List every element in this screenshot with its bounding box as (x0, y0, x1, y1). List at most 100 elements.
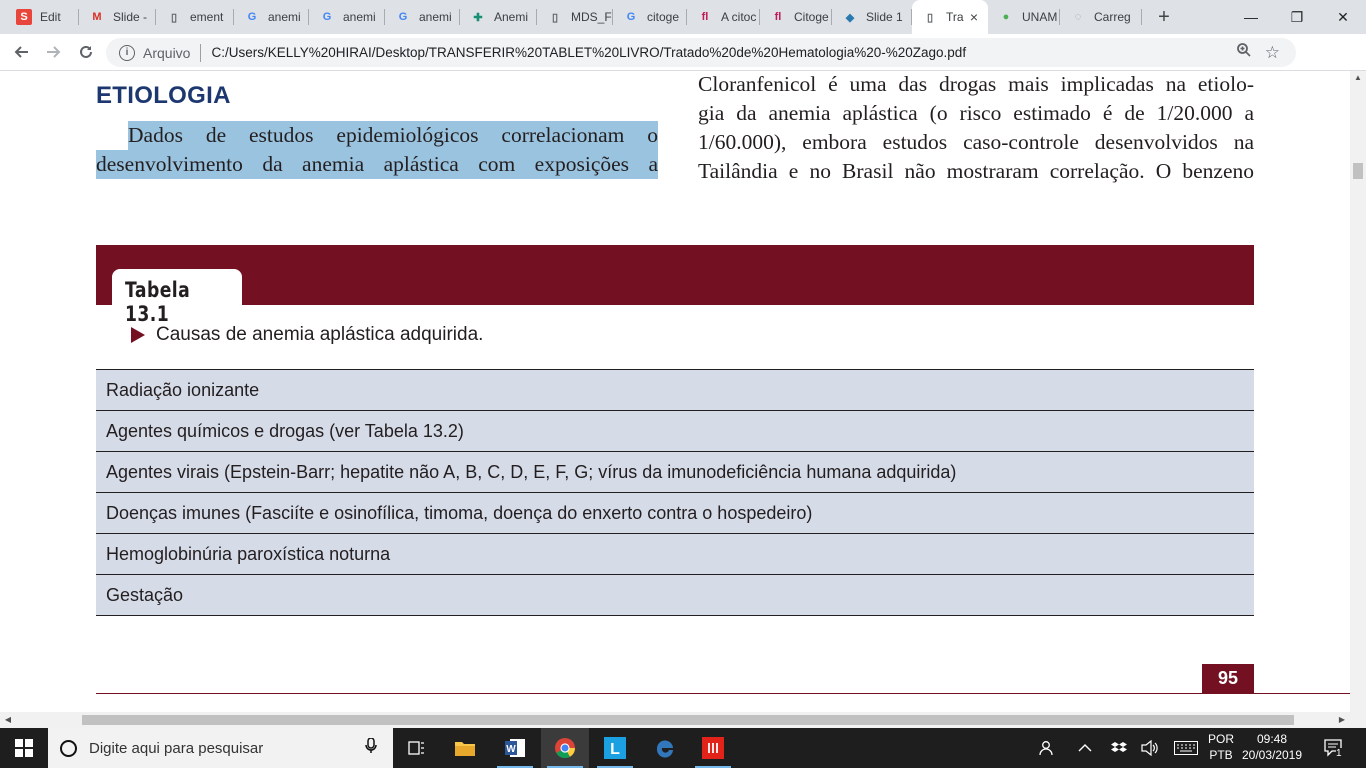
browser-tab[interactable]: ▯ ement (156, 0, 234, 34)
paragraph-line[interactable]: gia da anemia aplástica (o risco estimad… (698, 99, 1254, 128)
microphone-icon[interactable] (365, 737, 377, 758)
table-row: Hemoglobinúria paroxística noturna (96, 534, 1254, 575)
vertical-scroll-thumb[interactable] (1353, 163, 1363, 179)
browser-tab[interactable]: ◌ Carreg (1060, 0, 1142, 34)
zoom-icon[interactable] (1236, 42, 1252, 63)
back-button[interactable] (10, 40, 34, 64)
horizontal-scroll-thumb[interactable] (82, 715, 1294, 725)
google-icon: G (322, 11, 332, 23)
tab-label: citoge (647, 10, 680, 24)
url-text[interactable]: C:/Users/KELLY%20HIRAI/Desktop/TRANSFERI… (211, 45, 966, 60)
scheme-label: Arquivo (143, 44, 191, 61)
dropbox-icon[interactable] (1111, 728, 1127, 768)
browser-tab[interactable]: Ganemi (234, 0, 309, 34)
volume-icon[interactable] (1141, 728, 1159, 768)
causes-table: Radiação ionizante Agentes químicos e dr… (96, 369, 1254, 616)
left-column-paragraph[interactable]: Dados de estudos epidemiológicos correla… (96, 121, 658, 179)
keyboard-icon[interactable] (1174, 728, 1198, 768)
windows-logo-icon (15, 739, 33, 757)
edge-icon (656, 740, 673, 758)
bookmark-star-icon[interactable]: ☆ (1265, 43, 1280, 63)
browser-tab[interactable]: ▯ MDS_F (537, 0, 613, 34)
task-view-icon (408, 741, 424, 755)
people-icon[interactable] (1038, 728, 1056, 768)
paragraph-line[interactable]: Tailândia e no Brasil não mostraram corr… (698, 157, 1254, 186)
red-app[interactable] (689, 728, 737, 768)
tab-separator (1141, 9, 1142, 25)
notification-button[interactable]: 1 (1322, 728, 1346, 768)
table-label: Tabela 13.1 (125, 278, 191, 326)
address-bar[interactable]: i Arquivo C:/Users/KELLY%20HIRAI/Desktop… (106, 38, 1296, 67)
start-button[interactable] (0, 728, 48, 768)
browser-tab[interactable]: S Edit (6, 0, 79, 34)
clock-date: 20/03/2019 (1241, 748, 1303, 762)
l-app-icon: L (604, 737, 626, 759)
browser-tab[interactable]: ✚ Anemi (460, 0, 537, 34)
browser-tab[interactable]: fl A citoc (687, 0, 760, 34)
reload-icon (80, 45, 92, 58)
notification-count: 1 (1336, 748, 1342, 759)
tab-label: Citoge (794, 10, 829, 24)
reload-button[interactable] (74, 40, 98, 64)
paragraph-line[interactable]: 1/60.000), embora estudos caso-controle … (698, 128, 1254, 157)
svg-text:W: W (506, 744, 516, 755)
google-icon: G (398, 11, 408, 23)
table-row: Radiação ionizante (96, 370, 1254, 411)
browser-tab[interactable]: ● UNAM (988, 0, 1060, 34)
paragraph-line[interactable]: desenvolvimento da anemia aplástica com … (96, 150, 658, 179)
info-icon[interactable]: i (119, 44, 135, 61)
windows-taskbar: Digite aqui para pesquisar W L POR PTB 0… (0, 728, 1366, 768)
chrome-icon (555, 738, 576, 759)
loading-icon: ◌ (1074, 11, 1082, 23)
browser-tab[interactable]: ▯ Tra × (912, 0, 988, 34)
google-icon: G (247, 11, 257, 23)
folder-icon (455, 742, 475, 756)
scroll-up-icon[interactable]: ▲ (1350, 73, 1366, 82)
word-icon: W (505, 739, 525, 757)
table-label-tab: Tabela 13.1 (112, 269, 242, 326)
chrome-app[interactable] (541, 728, 589, 768)
lync-app[interactable]: L (591, 728, 639, 768)
right-column-paragraph[interactable]: Cloranfenicol é uma das drogas mais impl… (698, 71, 1254, 186)
google-icon: G (626, 11, 636, 23)
new-tab-button[interactable]: + (1152, 5, 1176, 29)
svg-text:L: L (610, 741, 620, 758)
browser-tab[interactable]: Ganemi (385, 0, 460, 34)
word-app[interactable]: W (491, 728, 539, 768)
scroll-right-icon[interactable]: ▶ (1334, 712, 1350, 728)
pdf-viewport[interactable]: ETIOLOGIA Dados de estudos epidemiológic… (0, 71, 1350, 712)
close-window-button[interactable]: ✕ (1320, 0, 1366, 34)
system-clock[interactable]: 09:48 20/03/2019 (1240, 731, 1304, 763)
fl-icon: fl (701, 11, 709, 23)
tab-label: UNAM (1022, 10, 1058, 24)
browser-tab[interactable]: Ganemi (309, 0, 385, 34)
task-view-button[interactable] (393, 728, 441, 768)
forward-button[interactable] (41, 40, 65, 64)
horizontal-scrollbar[interactable]: ◀ ▶ (0, 712, 1366, 728)
search-placeholder[interactable]: Digite aqui para pesquisar (89, 740, 263, 757)
browser-tab[interactable]: M Slide - (79, 0, 156, 34)
language-indicator[interactable]: POR PTB (1206, 731, 1236, 763)
tab-label: MDS_F (571, 10, 612, 24)
taskbar-search[interactable]: Digite aqui para pesquisar (48, 728, 393, 768)
close-tab-icon[interactable]: × (970, 9, 978, 25)
cortana-circle-icon (60, 739, 77, 757)
minimize-button[interactable]: — (1228, 0, 1274, 34)
browser-tab[interactable]: ◆ Slide 1 (832, 0, 912, 34)
unam-icon: ● (1002, 11, 1010, 23)
slides-hat-icon: ◆ (845, 11, 855, 24)
browser-tab[interactable]: fl Citoge (760, 0, 832, 34)
arrow-right-icon (47, 46, 61, 58)
chevron-up-icon[interactable] (1078, 728, 1092, 768)
triangle-bullet-icon (131, 327, 145, 343)
maximize-button[interactable]: ❐ (1274, 0, 1320, 34)
paragraph-line[interactable]: Dados de estudos epidemiológicos correla… (128, 121, 658, 150)
vertical-scrollbar[interactable]: ▲ (1350, 71, 1366, 712)
browser-tab[interactable]: Gcitoge (613, 0, 687, 34)
edge-app[interactable] (641, 728, 689, 768)
fl-icon: fl (774, 11, 782, 23)
scroll-left-icon[interactable]: ◀ (0, 712, 16, 728)
paragraph-line[interactable]: Cloranfenicol é uma das drogas mais impl… (698, 71, 1254, 99)
file-explorer-app[interactable] (441, 728, 489, 768)
table-caption-text: Causas de anemia aplástica adquirida. (156, 324, 484, 345)
